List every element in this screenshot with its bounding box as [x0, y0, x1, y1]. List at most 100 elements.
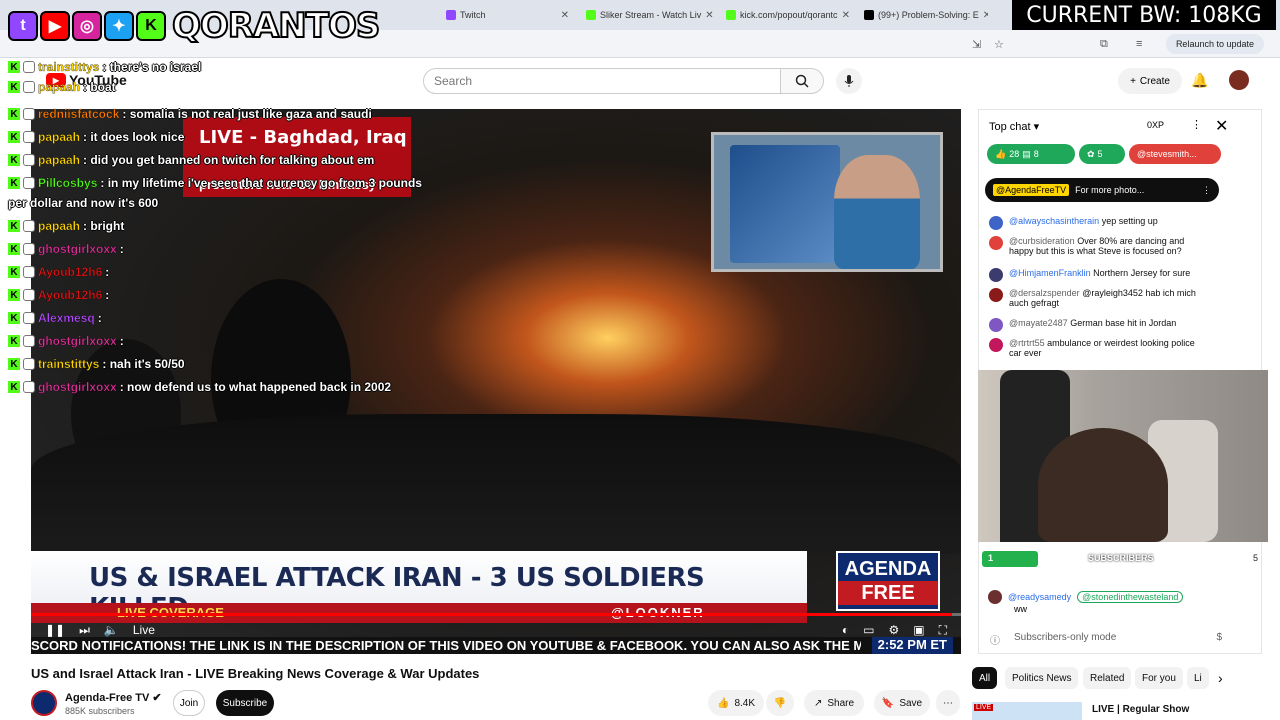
close-icon[interactable]: ✕	[842, 10, 850, 21]
chip-related[interactable]: Related	[1083, 667, 1132, 689]
chat-username: trainstittys	[38, 357, 100, 371]
like-button[interactable]: 👍 8.4K	[708, 690, 764, 716]
chat-username[interactable]: @mayate2487	[1009, 318, 1068, 328]
chip-live[interactable]: Li	[1187, 667, 1209, 689]
chat-message: @HimjamenFranklin Northern Jersey for su…	[989, 268, 1203, 282]
channel-avatar[interactable]	[31, 690, 57, 716]
dislike-button[interactable]: 👎	[766, 690, 794, 716]
install-icon[interactable]: ⇲	[972, 38, 981, 51]
join-button[interactable]: Join	[173, 690, 205, 716]
stream-chat-line: Kpapaah: boat	[8, 80, 116, 94]
captions-icon[interactable]: ▭	[863, 623, 874, 638]
user-avatar[interactable]	[989, 236, 1003, 250]
stream-chat-line: K Ayoub12h6:	[8, 288, 109, 302]
more-actions-button[interactable]: ⋯	[936, 690, 960, 716]
chat-username: Ayoub12h6	[38, 288, 103, 302]
extensions-icon[interactable]: ⧉	[1100, 38, 1108, 51]
tab-problem-solving[interactable]: (99+) Problem-Solving: E ✕	[858, 4, 988, 26]
super-chat-tickers: 👍 28 ▤ 8 ✿ 5 @stevesmith...	[987, 144, 1257, 164]
bookmark-star-icon[interactable]: ☆	[994, 38, 1004, 51]
user-avatar[interactable]	[989, 338, 1003, 352]
kick-icon: K	[8, 335, 20, 347]
close-icon[interactable]: ✕	[983, 10, 988, 21]
recommended-video[interactable]: LIVE LIVE | Regular Show	[972, 702, 1272, 720]
user-avatar[interactable]	[989, 318, 1003, 332]
pinned-message[interactable]: @AgendaFreeTV For more photo... ⋮	[985, 178, 1219, 202]
globe-backdrop	[730, 145, 840, 263]
more-vertical-icon[interactable]: ⋮	[1191, 118, 1202, 131]
tab-twitch[interactable]: Twitch ✕	[440, 4, 575, 26]
kick-icon: K	[136, 11, 166, 41]
video-progress-bar[interactable]	[31, 613, 961, 616]
badge-icon	[23, 381, 35, 393]
badge-icon	[23, 61, 35, 73]
chat-username[interactable]: @alwayschasintherain	[1009, 216, 1099, 226]
chat-username[interactable]: @HimjamenFranklin	[1009, 268, 1091, 278]
chat-message-text: ww	[1014, 604, 1027, 614]
close-icon[interactable]: ✕	[1215, 116, 1228, 136]
subscriber-goal-bar: 1 SUBSCRIBERS 5	[982, 551, 1272, 567]
chip-all[interactable]: All	[972, 667, 998, 689]
chevron-right-icon[interactable]: ›	[1218, 670, 1223, 686]
save-button[interactable]: 🔖 Save	[874, 690, 930, 716]
next-icon[interactable]: ⏭	[79, 623, 90, 638]
chat-message-text: :	[105, 288, 110, 302]
super-chat-ticker[interactable]: @stevesmith...	[1129, 144, 1221, 164]
chat-username[interactable]: @curbsideration	[1009, 236, 1075, 246]
chat-message-text: :	[105, 265, 110, 279]
menu-icon[interactable]: ≡	[1136, 38, 1142, 50]
notifications-bell-icon[interactable]: 🔔	[1191, 72, 1208, 89]
account-avatar[interactable]	[1229, 70, 1249, 90]
live-indicator[interactable]: Live	[133, 623, 155, 637]
share-button[interactable]: ↗ Share	[804, 690, 864, 716]
kick-icon: K	[8, 289, 20, 301]
video-crowd	[31, 414, 961, 554]
kick-icon: K	[8, 266, 20, 278]
tab-sliker[interactable]: Sliker Stream - Watch Liv ✕	[580, 4, 715, 26]
share-icon: ↗	[813, 697, 823, 709]
miniplayer-icon[interactable]: ▣	[913, 623, 924, 638]
chat-username: ghostgirlxoxx	[38, 334, 117, 348]
chat-message-text: Northern Jersey for sure	[1093, 268, 1191, 278]
more-vertical-icon[interactable]: ⋮	[1202, 185, 1211, 196]
voice-search-button[interactable]	[836, 68, 862, 94]
channel-subscribers: 885K subscribers	[65, 706, 135, 716]
channel-name[interactable]: Agenda-Free TV ✔	[65, 691, 162, 704]
stream-chat-line: Kpapaah: bright	[8, 219, 124, 233]
chat-message: @curbsideration Over 80% are dancing and…	[989, 236, 1203, 256]
close-icon[interactable]: ✕	[705, 10, 713, 21]
chip-for-you[interactable]: For you	[1135, 667, 1183, 689]
super-chat-ticker[interactable]: ✿ 5	[1079, 144, 1125, 164]
settings-gear-icon[interactable]: ⚙	[888, 623, 899, 638]
subscribe-button[interactable]: Subscribe	[216, 690, 274, 716]
close-icon[interactable]: ✕	[561, 10, 569, 21]
badge-icon	[23, 335, 35, 347]
kick-icon: K	[8, 108, 20, 120]
relaunch-button[interactable]: Relaunch to update	[1165, 34, 1264, 54]
chat-mode-dropdown[interactable]: Top chat ▾	[989, 120, 1039, 133]
autoplay-toggle-icon[interactable]: ◐	[842, 623, 849, 638]
user-avatar[interactable]	[989, 216, 1003, 230]
user-avatar[interactable]	[989, 288, 1003, 302]
search-button[interactable]	[780, 68, 824, 94]
pause-icon[interactable]: ❚❚	[45, 623, 65, 637]
create-button[interactable]: + Create	[1118, 68, 1182, 94]
kick-icon: K	[8, 358, 20, 370]
streamer-webcam	[978, 370, 1268, 542]
chip-politics-news[interactable]: Politics News	[1005, 667, 1079, 689]
info-icon: ⓘ	[990, 636, 1000, 647]
chat-message-text: : did you get banned on twitch for talki…	[83, 153, 375, 167]
reply-mention-badge[interactable]: @stonedinthewasteland	[1077, 591, 1184, 603]
chevron-down-icon: ▾	[1033, 121, 1040, 133]
tab-kick-popout[interactable]: kick.com/popout/qorantc ✕	[720, 4, 855, 26]
chat-username[interactable]: @dersalzspender	[1009, 288, 1080, 298]
chat-username[interactable]: @rtrtrt55	[1009, 338, 1045, 348]
user-avatar[interactable]	[989, 268, 1003, 282]
chat-username: Pillcosbys	[38, 176, 98, 190]
search-input[interactable]: Search	[423, 68, 781, 94]
chat-message-text: :	[119, 334, 124, 348]
fullscreen-icon[interactable]: ⛶	[939, 623, 947, 638]
volume-icon[interactable]: 🔈	[104, 623, 119, 637]
super-chat-dollar-icon[interactable]: $	[1216, 632, 1222, 643]
super-chat-ticker[interactable]: 👍 28 ▤ 8	[987, 144, 1075, 164]
